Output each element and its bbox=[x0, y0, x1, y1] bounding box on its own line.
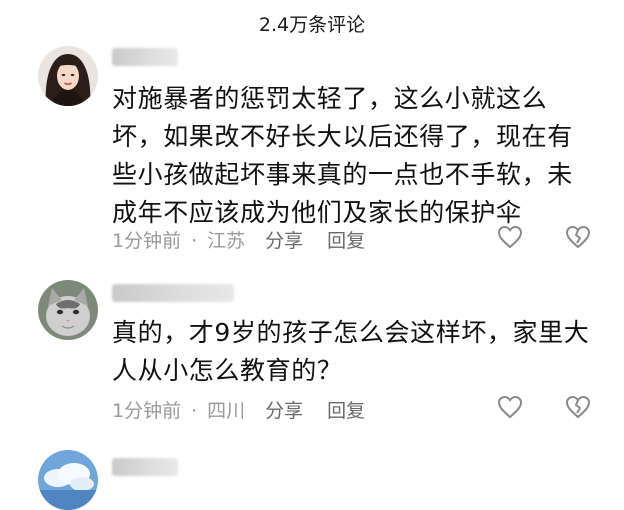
user-avatar[interactable] bbox=[38, 450, 98, 510]
meta-separator: · bbox=[191, 400, 198, 422]
comment-location: 四川 bbox=[207, 400, 246, 422]
user-avatar[interactable] bbox=[38, 46, 98, 106]
comment-meta: 1分钟前 · 四川 分享 回复 bbox=[112, 396, 365, 423]
comment-text-line: 坏，如果改不好长大以后还得了，现在有 bbox=[112, 122, 573, 151]
cat-avatar-icon bbox=[38, 280, 98, 340]
user-avatar[interactable] bbox=[38, 280, 98, 340]
username[interactable] bbox=[112, 458, 178, 476]
comment-text-line: 真的，才9岁的孩子怎么会这样坏，家里大 bbox=[112, 318, 590, 347]
share-button[interactable]: 分享 bbox=[265, 226, 303, 253]
sky-avatar-icon bbox=[38, 450, 98, 510]
share-button[interactable]: 分享 bbox=[265, 396, 303, 423]
girl-avatar-icon bbox=[38, 46, 98, 106]
comment-text-line: 对施暴者的惩罚太轻了，这么小就这么 bbox=[112, 84, 548, 113]
reply-button[interactable]: 回复 bbox=[327, 396, 365, 423]
comment-time: 1分钟前 bbox=[112, 230, 182, 252]
username[interactable] bbox=[112, 284, 234, 302]
heart-outline-icon[interactable] bbox=[497, 225, 523, 249]
comment-text-line: 人从小怎么教育的？ bbox=[112, 356, 343, 385]
comment-count-title: 2.4万条评论 bbox=[258, 14, 366, 36]
broken-heart-icon[interactable] bbox=[565, 225, 591, 249]
username[interactable] bbox=[112, 48, 178, 66]
comment-text-line: 些小孩做起坏事来真的一点也不手软，未 bbox=[112, 160, 573, 189]
comment-time: 1分钟前 bbox=[112, 400, 182, 422]
meta-separator: · bbox=[191, 230, 198, 252]
comment-text: 真的，才9岁的孩子怎么会这样坏，家里大 人从小怎么教育的？ bbox=[112, 314, 592, 390]
comment-meta: 1分钟前 · 江苏 分享 回复 bbox=[112, 226, 365, 253]
heart-outline-icon[interactable] bbox=[497, 395, 523, 419]
comment-location: 江苏 bbox=[207, 230, 246, 252]
reply-button[interactable]: 回复 bbox=[327, 226, 365, 253]
comment-text: 对施暴者的惩罚太轻了，这么小就这么 坏，如果改不好长大以后还得了，现在有 些小孩… bbox=[112, 80, 592, 232]
broken-heart-icon[interactable] bbox=[565, 395, 591, 419]
